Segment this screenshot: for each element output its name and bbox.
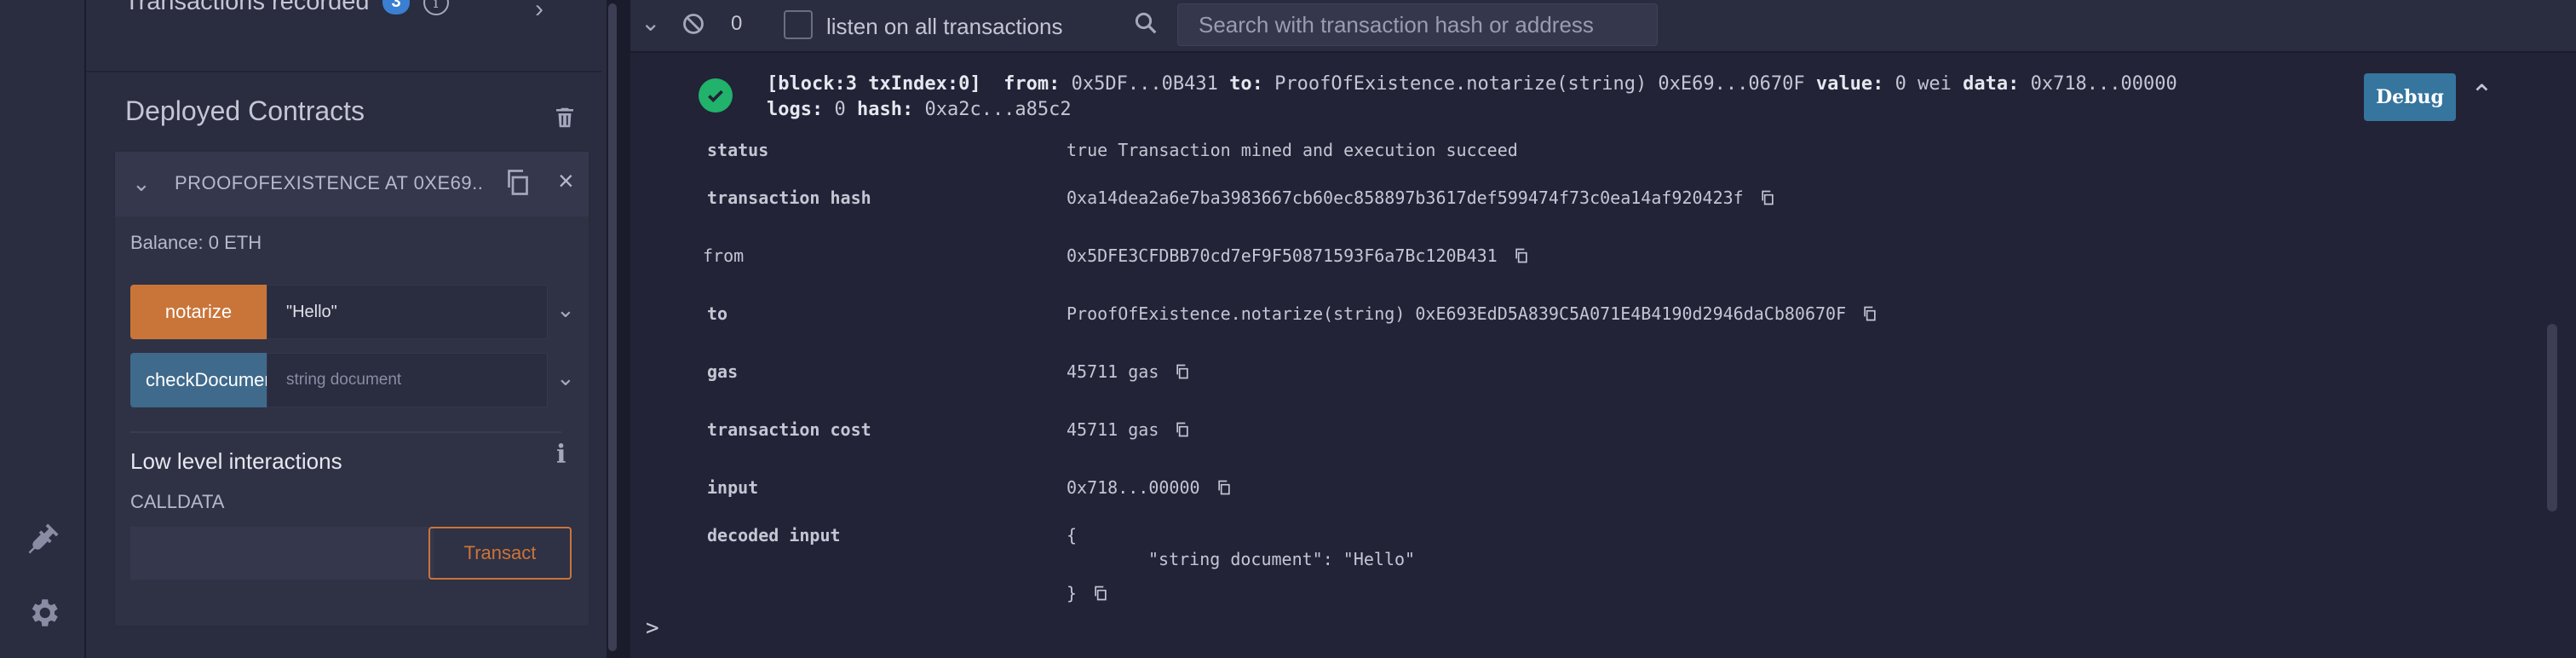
function-check-document: checkDocument string document ⌄	[130, 353, 582, 407]
search-icon	[1135, 12, 1157, 34]
function-notarize: notarize "Hello" ⌄	[130, 285, 582, 339]
to-text: ProofOfExistence.notarize(string) 0xE693…	[1067, 303, 1847, 324]
info-icon[interactable]: i	[423, 0, 449, 15]
low-level-interactions-title: Low level interactions	[130, 448, 342, 474]
clear-icon[interactable]	[681, 12, 705, 36]
contract-balance: Balance: 0 ETH	[130, 232, 262, 253]
row-input-key: input	[707, 477, 759, 498]
contract-name: PROOFOFEXISTENCE AT 0XE69...0670F	[175, 172, 481, 193]
listen-checkbox[interactable]	[784, 10, 813, 39]
terminal-prompt[interactable]: >	[646, 615, 659, 641]
input-text: 0x718...00000	[1067, 477, 1200, 498]
row-to-key: to	[707, 303, 728, 324]
copy-icon[interactable]	[1174, 362, 1191, 381]
transactions-recorded[interactable]: Transactions recorded 3 i	[124, 0, 449, 16]
tx-logs: 0	[834, 99, 846, 120]
row-gas-key: gas	[707, 361, 739, 382]
chevron-down-icon[interactable]: ⌄	[556, 365, 575, 391]
chevron-down-icon[interactable]: ⌄	[132, 170, 151, 197]
copy-icon[interactable]	[1861, 304, 1878, 323]
row-hash-value: 0xa14dea2a6e7ba3983667cb60ec858897b3617d…	[1067, 188, 1776, 208]
separator	[130, 431, 561, 433]
row-status-value: true Transaction mined and execution suc…	[1067, 140, 1518, 160]
pending-count: 0	[731, 12, 743, 35]
info-icon[interactable]: i	[556, 440, 566, 470]
check-document-input[interactable]: string document	[267, 353, 548, 407]
row-from-key: from	[703, 245, 745, 266]
tx-to-label: to:	[1229, 73, 1263, 95]
tx-from-label: from:	[1003, 73, 1061, 95]
row-decoded-key: decoded input	[707, 525, 841, 545]
status-text: true Transaction mined and execution suc…	[1067, 140, 1518, 160]
trash-icon[interactable]	[552, 104, 578, 131]
row-to-value: ProofOfExistence.notarize(string) 0xE693…	[1067, 303, 1878, 324]
contract-header[interactable]: ⌄ PROOFOFEXISTENCE AT 0XE69...0670F ×	[115, 152, 589, 216]
calldata-input[interactable]	[130, 527, 434, 580]
terminal-divider[interactable]	[618, 0, 630, 658]
transaction-summary[interactable]: [block:3 txIndex:0] from: 0x5DF...0B431 …	[767, 72, 2343, 123]
row-status-key: status	[707, 140, 769, 160]
row-from-value: 0x5DFE3CFDBB70cd7eF9F50871593F6a7Bc120B4…	[1067, 245, 1530, 266]
tx-logs-label: logs:	[767, 99, 824, 120]
deployed-contracts-title: Deployed Contracts	[125, 95, 365, 126]
from-text: 0x5DFE3CFDBB70cd7eF9F50871593F6a7Bc120B4…	[1067, 245, 1498, 266]
copy-icon[interactable]	[1216, 478, 1233, 497]
row-hash-key: transaction hash	[707, 188, 871, 208]
chevron-down-icon[interactable]: ⌄	[556, 297, 575, 323]
success-check-icon	[699, 78, 733, 113]
calldata-label: CALLDATA	[130, 491, 225, 512]
tx-from: 0x5DF...0B431	[1071, 73, 1218, 95]
copy-icon[interactable]	[1759, 188, 1776, 207]
panel-scrollbar-thumb[interactable]	[608, 3, 617, 651]
transact-button[interactable]: Transact	[428, 527, 572, 580]
decoded-close: }	[1067, 583, 1078, 603]
row-cost-value: 45711 gas	[1067, 419, 1191, 440]
notarize-input[interactable]: "Hello"	[267, 285, 548, 339]
close-icon[interactable]: ×	[558, 165, 574, 197]
decoded-close-row: }	[1067, 583, 1109, 603]
row-cost-key: transaction cost	[707, 419, 871, 440]
hash-text: 0xa14dea2a6e7ba3983667cb60ec858897b3617d…	[1067, 188, 1744, 208]
copy-icon[interactable]	[1174, 420, 1191, 439]
chevron-right-icon[interactable]: ›	[535, 0, 543, 24]
check-document-button[interactable]: checkDocument	[130, 353, 267, 407]
transactions-recorded-label: Transactions recorded	[124, 0, 370, 15]
debug-button[interactable]: Debug	[2364, 73, 2456, 121]
tx-data: 0x718...00000	[2030, 73, 2177, 95]
divider	[86, 71, 602, 72]
decoded-open: {	[1067, 525, 1078, 545]
collapse-icon[interactable]: ⌃	[2470, 78, 2493, 111]
row-input-value: 0x718...00000	[1067, 477, 1233, 498]
tx-data-label: data:	[1963, 73, 2020, 95]
tx-value-label: value:	[1815, 73, 1884, 95]
copy-icon[interactable]	[1513, 246, 1530, 265]
gas-text: 45711 gas	[1067, 361, 1159, 382]
tx-hash: 0xa2c...a85c2	[924, 99, 1072, 120]
tx-to: ProofOfExistence.notarize(string) 0xE69.…	[1274, 73, 1805, 95]
notarize-button[interactable]: notarize	[130, 285, 267, 339]
decoded-line: "string document": "Hello"	[1148, 549, 1416, 569]
cost-text: 45711 gas	[1067, 419, 1159, 440]
tx-block: [block:3 txIndex:0]	[767, 73, 981, 95]
copy-icon[interactable]	[503, 167, 533, 198]
row-gas-value: 45711 gas	[1067, 361, 1191, 382]
transactions-count-badge: 3	[382, 0, 410, 14]
contract-instance: ⌄ PROOFOFEXISTENCE AT 0XE69...0670F × Ba…	[113, 150, 590, 627]
copy-icon[interactable]	[1092, 584, 1109, 603]
terminal-scrollbar[interactable]	[2547, 324, 2557, 511]
plugin-icon[interactable]	[24, 519, 63, 558]
tx-value: 0 wei	[1895, 73, 1952, 95]
gear-icon[interactable]	[24, 593, 63, 632]
icon-rail	[0, 0, 86, 658]
listen-label: listen on all transactions	[826, 14, 1063, 39]
tx-hash-label: hash:	[856, 99, 914, 120]
panel-scrollbar[interactable]	[607, 0, 618, 658]
double-chevron-down-icon[interactable]: ⌄	[641, 9, 660, 37]
search-input[interactable]: Search with transaction hash or address	[1177, 3, 1658, 46]
